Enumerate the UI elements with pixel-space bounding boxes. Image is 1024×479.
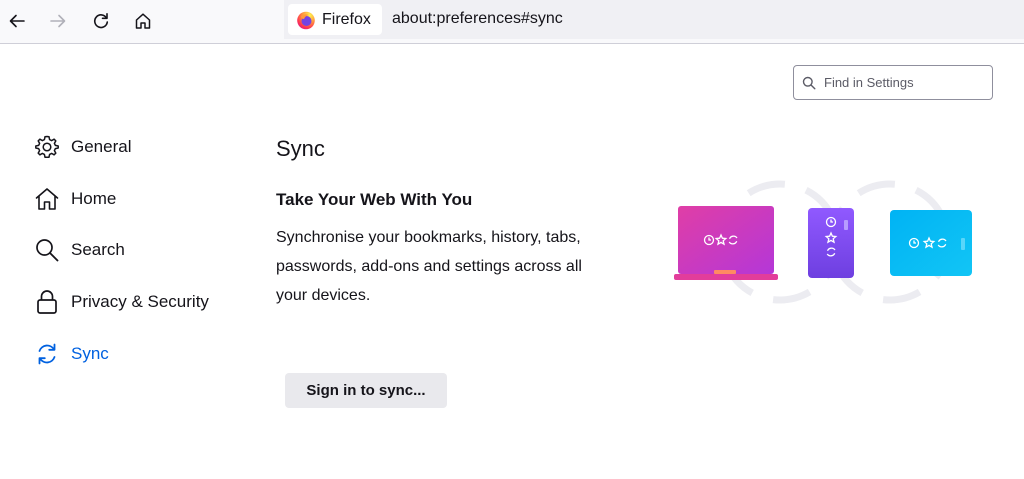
tablet-device [890,210,972,276]
forward-arrow-icon [50,14,66,28]
identity-label: Firefox [322,10,371,28]
phone-device [808,208,854,278]
reload-icon [93,13,109,29]
sync-description: Synchronise your bookmarks, history, tab… [276,229,582,304]
find-in-settings-input[interactable] [824,75,984,90]
page-title: Sync [276,136,325,161]
sidebar-item-label: Sync [71,344,109,363]
sidebar-item-label: General [71,137,132,156]
search-icon [802,76,816,89]
sidebar-item-privacy-security[interactable]: Privacy & Security [34,287,209,317]
reload-button[interactable] [86,6,116,36]
sidebar-item-home[interactable]: Home [34,184,116,214]
sidebar-item-search[interactable]: Search [34,235,125,265]
browser-toolbar: Firefox about:preferences#sync [0,0,1024,44]
sidebar-item-label: Search [71,240,125,259]
sign-in-to-sync-button[interactable]: Sign in to sync... [285,373,447,408]
sync-devices-illustration [674,180,972,304]
url-text[interactable]: about:preferences#sync [392,10,563,28]
sidebar-item-label: Privacy & Security [71,292,209,311]
gear-icon [34,134,60,160]
lock-icon [34,289,60,315]
sync-heading: Take Your Web With You [276,190,473,209]
sidebar-item-label: Home [71,189,117,208]
sync-icon [34,341,60,367]
home-icon [34,186,60,212]
sidebar-item-sync[interactable]: Sync [34,339,109,369]
firefox-logo-icon [297,11,315,29]
home-icon [135,13,151,29]
identity-box[interactable]: Firefox [288,4,382,35]
search-icon [34,237,60,263]
forward-button[interactable] [43,6,73,36]
home-button[interactable] [128,6,158,36]
find-in-settings[interactable] [793,65,993,100]
laptop-device [674,206,778,280]
back-arrow-icon [9,14,25,28]
sidebar-item-general[interactable]: General [34,132,131,162]
back-button[interactable] [2,6,32,36]
